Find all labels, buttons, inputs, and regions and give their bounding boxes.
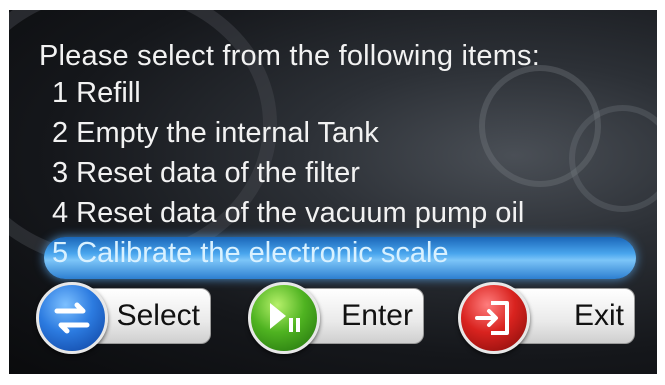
menu-item-reset-pump-oil[interactable]: 4 Reset data of the vacuum pump oil — [52, 193, 524, 233]
play-pause-icon[interactable] — [248, 282, 320, 354]
swap-arrows-icon[interactable] — [36, 282, 108, 354]
menu-item-refill[interactable]: 1 Refill — [52, 73, 524, 113]
enter-button-label: Enter — [341, 299, 413, 332]
menu-item-calibrate-scale[interactable]: 5 Calibrate the electronic scale — [52, 233, 524, 273]
menu-item-reset-filter[interactable]: 3 Reset data of the filter — [52, 153, 524, 193]
exit-door-icon[interactable] — [458, 282, 530, 354]
exit-button-label: Exit — [573, 299, 624, 332]
menu-item-empty-tank[interactable]: 2 Empty the internal Tank — [52, 113, 524, 153]
page-title: Please select from the following items: — [39, 40, 541, 72]
menu-list: 1 Refill 2 Empty the internal Tank 3 Res… — [52, 73, 524, 273]
select-button-label: Select — [116, 299, 200, 332]
